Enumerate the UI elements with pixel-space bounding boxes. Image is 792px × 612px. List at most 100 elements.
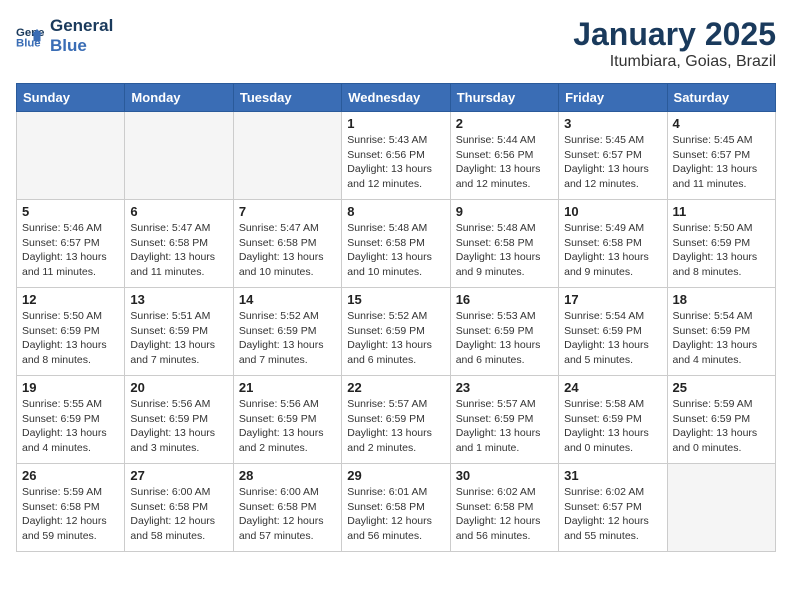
calendar-cell: 5Sunrise: 5:46 AMSunset: 6:57 PMDaylight… [17, 200, 125, 288]
day-info: Sunrise: 5:54 AMSunset: 6:59 PMDaylight:… [673, 309, 770, 368]
day-info: Sunrise: 5:58 AMSunset: 6:59 PMDaylight:… [564, 397, 661, 456]
day-info: Sunrise: 5:45 AMSunset: 6:57 PMDaylight:… [564, 133, 661, 192]
day-number: 13 [130, 292, 227, 307]
calendar-cell: 31Sunrise: 6:02 AMSunset: 6:57 PMDayligh… [559, 464, 667, 552]
title-block: January 2025 Itumbiara, Goias, Brazil [573, 16, 776, 71]
calendar-cell: 16 Sunrise: 5:53 AMSunset: 6:59 PMDayligh… [450, 288, 558, 376]
calendar-cell: 24 Sunrise: 5:58 AMSunset: 6:59 PMDayligh… [559, 376, 667, 464]
calendar-cell: 17Sunrise: 5:54 AMSunset: 6:59 PMDayligh… [559, 288, 667, 376]
day-number: 7 [239, 204, 336, 219]
week-row-3: 12 Sunrise: 5:50 AMSunset: 6:59 PMDayligh… [17, 288, 776, 376]
weekday-header-sunday: Sunday [17, 84, 125, 112]
day-number: 9 [456, 204, 553, 219]
day-info: Sunrise: 5:57 AMSunset: 6:59 PMDaylight:… [456, 397, 553, 456]
month-title: January 2025 [573, 16, 776, 53]
day-info: Sunrise: 5:47 AMSunset: 6:58 PMDaylight:… [130, 221, 227, 280]
calendar-cell: 4 Sunrise: 5:45 AMSunset: 6:57 PMDaylight… [667, 112, 775, 200]
logo: General Blue General Blue [16, 16, 113, 55]
day-number: 17 [564, 292, 661, 307]
calendar-cell: 9Sunrise: 5:48 AMSunset: 6:58 PMDaylight… [450, 200, 558, 288]
day-number: 1 [347, 116, 444, 131]
day-number: 29 [347, 468, 444, 483]
calendar-cell: 14 Sunrise: 5:52 AMSunset: 6:59 PMDayligh… [233, 288, 341, 376]
day-info: Sunrise: 5:56 AMSunset: 6:59 PMDaylight:… [130, 397, 227, 456]
day-number: 15 [347, 292, 444, 307]
day-number: 11 [673, 204, 770, 219]
week-row-2: 5Sunrise: 5:46 AMSunset: 6:57 PMDaylight… [17, 200, 776, 288]
day-number: 16 [456, 292, 553, 307]
calendar-cell [125, 112, 233, 200]
day-info: Sunrise: 5:55 AMSunset: 6:59 PMDaylight:… [22, 397, 119, 456]
calendar-cell: 8 Sunrise: 5:48 AMSunset: 6:58 PMDaylight… [342, 200, 450, 288]
day-info: Sunrise: 5:50 AMSunset: 6:59 PMDaylight:… [22, 309, 119, 368]
day-number: 6 [130, 204, 227, 219]
calendar-cell: 21Sunrise: 5:56 AMSunset: 6:59 PMDayligh… [233, 376, 341, 464]
week-row-5: 26 Sunrise: 5:59 AMSunset: 6:58 PMDayligh… [17, 464, 776, 552]
day-info: Sunrise: 5:52 AMSunset: 6:59 PMDaylight:… [347, 309, 444, 368]
calendar-cell [233, 112, 341, 200]
day-number: 14 [239, 292, 336, 307]
day-number: 12 [22, 292, 119, 307]
location-title: Itumbiara, Goias, Brazil [573, 53, 776, 71]
calendar-table: SundayMondayTuesdayWednesdayThursdayFrid… [16, 83, 776, 552]
calendar-cell: 23 Sunrise: 5:57 AMSunset: 6:59 PMDayligh… [450, 376, 558, 464]
weekday-header-thursday: Thursday [450, 84, 558, 112]
calendar-cell: 27 Sunrise: 6:00 AMSunset: 6:58 PMDayligh… [125, 464, 233, 552]
day-number: 25 [673, 380, 770, 395]
calendar-cell: 13Sunrise: 5:51 AMSunset: 6:59 PMDayligh… [125, 288, 233, 376]
day-number: 20 [130, 380, 227, 395]
day-info: Sunrise: 5:59 AMSunset: 6:58 PMDaylight:… [22, 485, 119, 544]
calendar-cell: 18Sunrise: 5:54 AMSunset: 6:59 PMDayligh… [667, 288, 775, 376]
day-info: Sunrise: 5:47 AMSunset: 6:58 PMDaylight:… [239, 221, 336, 280]
calendar-cell: 28 Sunrise: 6:00 AMSunset: 6:58 PMDayligh… [233, 464, 341, 552]
day-info: Sunrise: 6:00 AMSunset: 6:58 PMDaylight:… [130, 485, 227, 544]
calendar-cell: 2 Sunrise: 5:44 AMSunset: 6:56 PMDaylight… [450, 112, 558, 200]
calendar-cell: 19 Sunrise: 5:55 AMSunset: 6:59 PMDayligh… [17, 376, 125, 464]
logo-icon: General Blue [16, 22, 44, 50]
day-info: Sunrise: 5:53 AMSunset: 6:59 PMDaylight:… [456, 309, 553, 368]
day-info: Sunrise: 5:48 AMSunset: 6:58 PMDaylight:… [347, 221, 444, 280]
day-number: 28 [239, 468, 336, 483]
calendar-cell: 12 Sunrise: 5:50 AMSunset: 6:59 PMDayligh… [17, 288, 125, 376]
day-number: 27 [130, 468, 227, 483]
calendar-cell: 10 Sunrise: 5:49 AMSunset: 6:58 PMDayligh… [559, 200, 667, 288]
day-info: Sunrise: 5:43 AMSunset: 6:56 PMDaylight:… [347, 133, 444, 192]
calendar-cell [667, 464, 775, 552]
day-info: Sunrise: 5:59 AMSunset: 6:59 PMDaylight:… [673, 397, 770, 456]
day-info: Sunrise: 5:45 AMSunset: 6:57 PMDaylight:… [673, 133, 770, 192]
day-number: 8 [347, 204, 444, 219]
day-info: Sunrise: 5:56 AMSunset: 6:59 PMDaylight:… [239, 397, 336, 456]
day-info: Sunrise: 5:49 AMSunset: 6:58 PMDaylight:… [564, 221, 661, 280]
weekday-header-wednesday: Wednesday [342, 84, 450, 112]
day-number: 26 [22, 468, 119, 483]
calendar-cell: 30Sunrise: 6:02 AMSunset: 6:58 PMDayligh… [450, 464, 558, 552]
day-number: 19 [22, 380, 119, 395]
logo-blue: Blue [50, 36, 113, 56]
day-info: Sunrise: 5:44 AMSunset: 6:56 PMDaylight:… [456, 133, 553, 192]
week-row-1: 1 Sunrise: 5:43 AMSunset: 6:56 PMDaylight… [17, 112, 776, 200]
day-info: Sunrise: 6:02 AMSunset: 6:57 PMDaylight:… [564, 485, 661, 544]
day-info: Sunrise: 6:00 AMSunset: 6:58 PMDaylight:… [239, 485, 336, 544]
calendar-cell: 3Sunrise: 5:45 AMSunset: 6:57 PMDaylight… [559, 112, 667, 200]
week-row-4: 19 Sunrise: 5:55 AMSunset: 6:59 PMDayligh… [17, 376, 776, 464]
calendar-cell: 15 Sunrise: 5:52 AMSunset: 6:59 PMDayligh… [342, 288, 450, 376]
day-number: 22 [347, 380, 444, 395]
calendar-cell: 25 Sunrise: 5:59 AMSunset: 6:59 PMDayligh… [667, 376, 775, 464]
day-info: Sunrise: 5:57 AMSunset: 6:59 PMDaylight:… [347, 397, 444, 456]
weekday-header-friday: Friday [559, 84, 667, 112]
day-info: Sunrise: 6:01 AMSunset: 6:58 PMDaylight:… [347, 485, 444, 544]
day-number: 24 [564, 380, 661, 395]
day-info: Sunrise: 5:50 AMSunset: 6:59 PMDaylight:… [673, 221, 770, 280]
weekday-header-row: SundayMondayTuesdayWednesdayThursdayFrid… [17, 84, 776, 112]
calendar-cell: 6 Sunrise: 5:47 AMSunset: 6:58 PMDaylight… [125, 200, 233, 288]
page-header: General Blue General Blue January 2025 I… [16, 16, 776, 71]
day-number: 10 [564, 204, 661, 219]
calendar-cell [17, 112, 125, 200]
day-number: 23 [456, 380, 553, 395]
calendar-cell: 11 Sunrise: 5:50 AMSunset: 6:59 PMDayligh… [667, 200, 775, 288]
day-info: Sunrise: 5:52 AMSunset: 6:59 PMDaylight:… [239, 309, 336, 368]
day-number: 4 [673, 116, 770, 131]
day-number: 5 [22, 204, 119, 219]
day-number: 2 [456, 116, 553, 131]
day-info: Sunrise: 6:02 AMSunset: 6:58 PMDaylight:… [456, 485, 553, 544]
